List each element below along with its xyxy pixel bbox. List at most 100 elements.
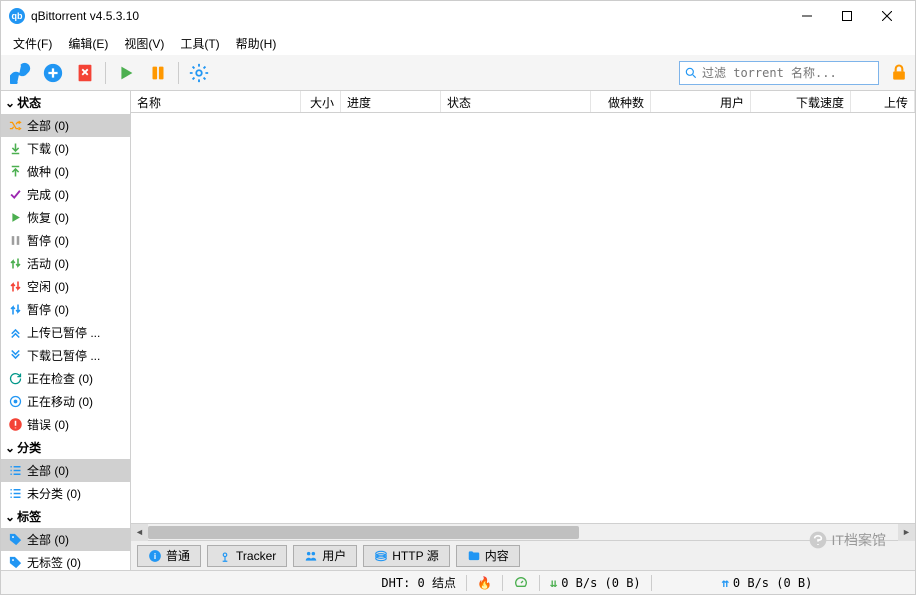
sidebar-item-label: 全部 (0) <box>27 531 69 548</box>
sidebar-item-label: 错误 (0) <box>27 416 69 433</box>
shuffle-icon <box>7 118 23 134</box>
column-name[interactable]: 名称 <box>131 91 301 112</box>
column-dlspeed[interactable]: 下载速度 <box>751 91 851 112</box>
sidebar-status-item[interactable]: 恢复 (0) <box>1 206 130 229</box>
sidebar-status-item[interactable]: 上传已暂停 ... <box>1 321 130 344</box>
add-torrent-button[interactable] <box>39 59 67 87</box>
statusbar: DHT: 0 结点 🔥 ⇊0 B/s (0 B) ⇈0 B/s (0 B) <box>1 570 915 594</box>
settings-button[interactable] <box>185 59 213 87</box>
sidebar-status-item[interactable]: 全部 (0) <box>1 114 130 137</box>
menu-view[interactable]: 视图(V) <box>116 32 172 55</box>
column-upspeed[interactable]: 上传 <box>851 91 915 112</box>
sidebar-status-item[interactable]: 暂停 (0) <box>1 229 130 252</box>
svg-text:i: i <box>154 551 156 560</box>
maximize-button[interactable] <box>827 2 867 30</box>
lock-icon[interactable] <box>889 63 909 83</box>
sidebar-status-item[interactable]: 空闲 (0) <box>1 275 130 298</box>
sidebar-category-header[interactable]: ⌄分类 <box>1 436 130 459</box>
status-download[interactable]: ⇊0 B/s (0 B) <box>550 576 641 590</box>
menu-file[interactable]: 文件(F) <box>5 32 60 55</box>
status-upload[interactable]: ⇈0 B/s (0 B) <box>722 576 813 590</box>
sidebar-category-item[interactable]: 全部 (0) <box>1 459 130 482</box>
menu-tools[interactable]: 工具(T) <box>172 32 227 55</box>
horizontal-scrollbar[interactable]: ◄ ► <box>131 523 915 540</box>
close-button[interactable] <box>867 2 907 30</box>
sidebar-item-label: 空闲 (0) <box>27 278 69 295</box>
delete-button[interactable] <box>71 59 99 87</box>
window-title: qBittorrent v4.5.3.10 <box>31 9 787 23</box>
sidebar-status-item[interactable]: 下载已暂停 ... <box>1 344 130 367</box>
sidebar-status-item[interactable]: 活动 (0) <box>1 252 130 275</box>
sidebar-item-label: 全部 (0) <box>27 462 69 479</box>
app-icon: qb <box>9 8 25 24</box>
sidebar-status-item[interactable]: 完成 (0) <box>1 183 130 206</box>
column-seeds[interactable]: 做种数 <box>591 91 651 112</box>
toolbar-separator <box>105 62 106 84</box>
sidebar-item-label: 未分类 (0) <box>27 485 81 502</box>
sidebar-item-label: 完成 (0) <box>27 186 69 203</box>
sidebar-status-item[interactable]: 做种 (0) <box>1 160 130 183</box>
column-peers[interactable]: 用户 <box>651 91 751 112</box>
chevron-down-icon: ⌄ <box>5 441 15 455</box>
menu-help[interactable]: 帮助(H) <box>228 32 285 55</box>
filter-input[interactable] <box>702 66 874 80</box>
sidebar-status-header[interactable]: ⌄状态 <box>1 91 130 114</box>
column-progress[interactable]: 进度 <box>341 91 441 112</box>
tag-icon <box>7 532 23 548</box>
filter-search[interactable] <box>679 61 879 85</box>
sidebar-item-label: 正在检查 (0) <box>27 370 93 387</box>
torrent-list[interactable] <box>131 113 915 523</box>
tab-tracker[interactable]: Tracker <box>207 545 287 567</box>
sidebar-item-label: 暂停 (0) <box>27 301 69 318</box>
content-area: 名称 大小 进度 状态 做种数 用户 下载速度 上传 ◄ ► i普通 Track… <box>131 91 915 570</box>
status-dht[interactable]: DHT: 0 结点 <box>381 574 456 591</box>
status-alt-speed[interactable] <box>513 575 529 591</box>
error-icon <box>7 417 23 433</box>
search-icon <box>684 66 698 80</box>
sidebar-tag-header[interactable]: ⌄标签 <box>1 505 130 528</box>
up-icon <box>7 164 23 180</box>
upchev-icon <box>7 325 23 341</box>
sidebar-status-item[interactable]: 暂停 (0) <box>1 298 130 321</box>
add-link-button[interactable] <box>7 59 35 87</box>
sidebar-tag-item[interactable]: 全部 (0) <box>1 528 130 551</box>
pause-button[interactable] <box>144 59 172 87</box>
tab-peers[interactable]: 用户 <box>293 545 357 567</box>
sidebar-item-label: 恢复 (0) <box>27 209 69 226</box>
sidebar-category-item[interactable]: 未分类 (0) <box>1 482 130 505</box>
scroll-right-icon[interactable]: ► <box>898 524 915 541</box>
column-size[interactable]: 大小 <box>301 91 341 112</box>
sidebar-tag-item[interactable]: 无标签 (0) <box>1 551 130 570</box>
chevron-down-icon: ⌄ <box>5 510 15 524</box>
tab-content[interactable]: 内容 <box>456 545 520 567</box>
resume-button[interactable] <box>112 59 140 87</box>
sidebar-item-label: 暂停 (0) <box>27 232 69 249</box>
scrollbar-thumb[interactable] <box>148 526 579 539</box>
sidebar-item-label: 下载已暂停 ... <box>27 347 100 364</box>
sidebar: ⌄状态 全部 (0) 下载 (0) 做种 (0) 完成 (0) 恢复 (0) 暂停 (0)… <box>1 91 131 570</box>
sidebar-status-item[interactable]: 正在检查 (0) <box>1 367 130 390</box>
toolbar-separator <box>178 62 179 84</box>
tab-http[interactable]: HTTP 源 <box>363 545 449 567</box>
http-icon <box>374 549 388 563</box>
tab-general[interactable]: i普通 <box>137 545 201 567</box>
refresh-icon <box>7 371 23 387</box>
sidebar-status-item[interactable]: 下载 (0) <box>1 137 130 160</box>
menu-edit[interactable]: 编辑(E) <box>60 32 116 55</box>
sidebar-status-item[interactable]: 错误 (0) <box>1 413 130 436</box>
sidebar-item-label: 无标签 (0) <box>27 554 81 570</box>
sidebar-item-label: 下载 (0) <box>27 140 69 157</box>
sidebar-item-label: 全部 (0) <box>27 117 69 134</box>
minimize-button[interactable] <box>787 2 827 30</box>
sidebar-item-label: 做种 (0) <box>27 163 69 180</box>
info-icon: i <box>148 549 162 563</box>
tag-icon <box>7 555 23 571</box>
target-icon <box>7 394 23 410</box>
status-firewall[interactable]: 🔥 <box>477 576 492 590</box>
scroll-left-icon[interactable]: ◄ <box>131 524 148 541</box>
upload-icon: ⇈ <box>722 576 729 590</box>
sidebar-status-item[interactable]: 正在移动 (0) <box>1 390 130 413</box>
sidebar-item-label: 正在移动 (0) <box>27 393 93 410</box>
column-status[interactable]: 状态 <box>441 91 591 112</box>
folder-icon <box>467 549 481 563</box>
